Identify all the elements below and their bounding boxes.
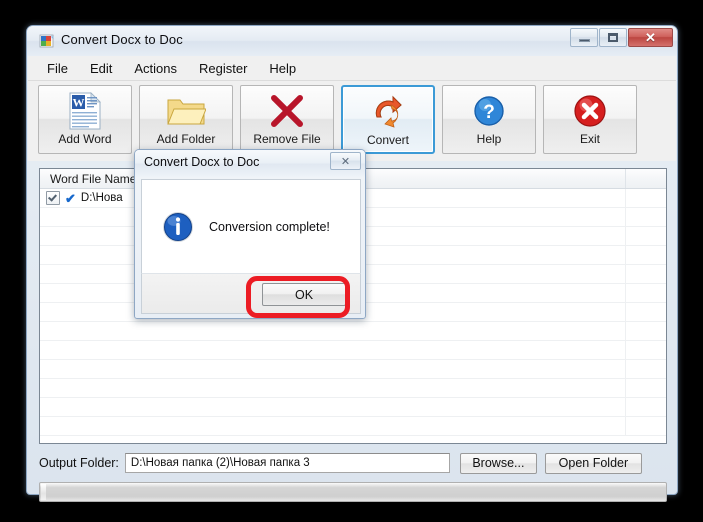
table-row[interactable] [40,398,666,417]
exit-x-circle-icon [570,91,610,131]
table-row[interactable] [40,341,666,360]
exit-label: Exit [579,132,600,146]
word-document-icon: W [65,91,105,131]
dialog-title: Convert Docx to Doc [144,155,260,169]
window-title: Convert Docx to Doc [61,32,183,47]
table-row[interactable] [40,417,666,436]
dialog-close-button[interactable]: ✕ [330,152,361,170]
file-row-cell-extra [626,189,666,207]
open-folder-button[interactable]: Open Folder [544,452,642,474]
minimize-button[interactable] [570,28,598,47]
dialog-titlebar: Convert Docx to Doc ✕ [135,150,365,177]
table-row[interactable] [40,379,666,398]
menu-item-help[interactable]: Help [258,58,307,79]
file-row-cell-extra [626,246,666,264]
svg-text:?: ? [483,102,495,123]
dialog-close-icon: ✕ [340,155,351,168]
output-folder-row: Output Folder: D:\Новая папка (2)\Новая … [39,452,667,474]
file-row-cell-extra [626,360,666,378]
table-row[interactable] [40,322,666,341]
main-window: Convert Docx to Doc ✕ File Edit Actions … [26,25,678,502]
ok-button[interactable]: OK [262,283,346,306]
file-row-cell-extra [626,284,666,302]
row-checkbox[interactable] [46,191,60,205]
folder-icon [166,91,206,131]
close-icon: ✕ [645,30,656,45]
window-controls: ✕ [570,28,673,47]
table-row[interactable] [40,360,666,379]
screenshot-root: Convert Docx to Doc ✕ File Edit Actions … [0,0,703,522]
maximize-icon [608,33,618,42]
file-row-cell-extra [626,303,666,321]
dialog-body: Conversion complete! [141,179,361,273]
window-titlebar: Convert Docx to Doc ✕ [27,26,677,56]
file-name-text: D:\Нова [80,192,123,204]
dialog-message: Conversion complete! [209,219,330,234]
file-row-cell-extra [626,341,666,359]
browse-button[interactable]: Browse... [459,452,537,474]
remove-file-button[interactable]: Remove File [240,85,334,154]
remove-file-label: Remove File [253,132,321,146]
file-row-cell-extra [626,208,666,226]
app-icon [39,33,55,49]
menu-item-file[interactable]: File [36,58,79,79]
menu-item-edit[interactable]: Edit [79,58,123,79]
menu-item-register[interactable]: Register [188,58,258,79]
file-row-cell-extra [626,227,666,245]
file-row-cell-extra [626,417,666,435]
file-row-cell [40,341,627,359]
file-row-cell [40,379,627,397]
convert-button[interactable]: Convert [341,85,435,154]
maximize-button[interactable] [599,28,627,47]
output-folder-input[interactable]: D:\Новая папка (2)\Новая папка 3 [124,453,450,473]
check-mark-icon: ✔ [65,190,76,206]
file-row-cell-extra [626,398,666,416]
file-row-cell [40,360,627,378]
dialog-footer: OK [141,273,361,314]
file-row-cell [40,398,627,416]
question-mark-icon: ? [469,91,509,131]
conversion-complete-dialog: Convert Docx to Doc ✕ Conversion complet… [134,149,366,319]
output-folder-label: Output Folder: [39,456,119,470]
add-folder-label: Add Folder [156,132,216,146]
red-x-icon [267,91,307,131]
file-row-cell [40,417,627,435]
file-row-cell-extra [626,322,666,340]
convert-label: Convert [366,133,410,147]
progress-bar [39,482,667,502]
exit-button[interactable]: Exit [543,85,637,154]
minimize-icon [578,39,590,42]
file-row-cell-extra [626,379,666,397]
menu-item-actions[interactable]: Actions [123,58,188,79]
column-header-extra[interactable] [626,169,666,188]
info-icon [162,211,194,243]
refresh-arrows-icon [368,92,408,132]
add-folder-button[interactable]: Add Folder [139,85,233,154]
close-button[interactable]: ✕ [628,28,673,47]
file-row-cell-extra [626,265,666,283]
add-word-button[interactable]: W Add Word [38,85,132,154]
svg-text:W: W [73,96,85,110]
menu-bar: File Edit Actions Register Help [28,56,676,81]
help-button[interactable]: ? Help [442,85,536,154]
add-word-label: Add Word [58,132,112,146]
help-label: Help [476,132,502,146]
file-row-cell [40,322,627,340]
